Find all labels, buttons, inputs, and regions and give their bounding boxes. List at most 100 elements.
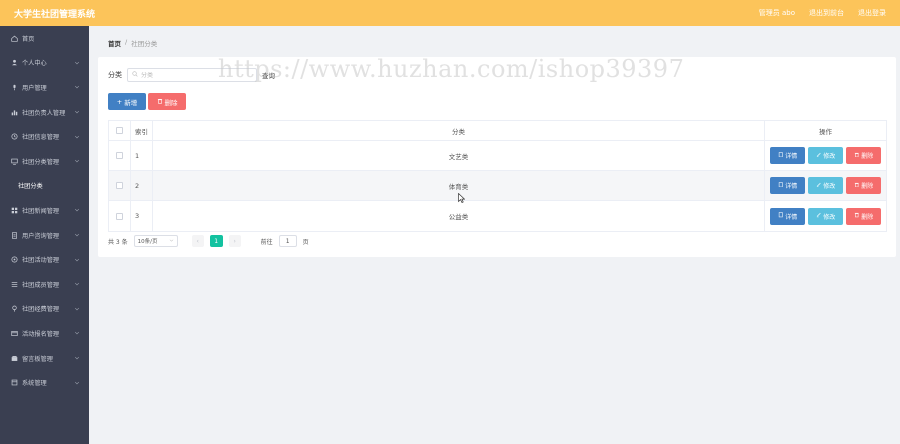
chevron-down-icon <box>74 110 80 114</box>
card-icon <box>10 329 18 337</box>
next-page-button[interactable]: › <box>228 235 241 247</box>
row-check-cell <box>109 141 131 170</box>
delete-button[interactable]: 删除 <box>846 207 881 225</box>
sidebar-item-10[interactable]: 社团成员管理 <box>0 272 89 297</box>
row-checkbox[interactable] <box>116 152 123 159</box>
chevron-down-icon <box>74 233 80 237</box>
sidebar-item-0[interactable]: 首页 <box>0 26 89 51</box>
row-category: 公益类 <box>153 201 765 231</box>
sidebar-item-6[interactable]: 社团分类 <box>0 174 89 199</box>
content-card: 分类 查询 + 新增 删除 索引 分类 操作 1文艺类详情修改删除2体育类详情修… <box>98 57 896 257</box>
pagination: 共 3 条 10条/页 ‹ 1 › 前往 页 <box>108 235 309 247</box>
search-box[interactable] <box>127 68 257 82</box>
app-title: 大学生社团管理系统 <box>14 9 96 20</box>
row-ops: 详情 修改 删除 <box>765 171 886 200</box>
sidebar-item-5[interactable]: 社团分类管理 <box>0 149 89 174</box>
filter-label: 分类 <box>108 71 122 79</box>
row-check-cell <box>109 171 131 200</box>
sidebar-item-12[interactable]: 活动报名管理 <box>0 321 89 346</box>
user-icon <box>10 59 18 67</box>
table-row: 2 体育类 详情 修改 删除 <box>109 171 886 201</box>
row-index: 1 <box>131 141 153 170</box>
chevron-down-icon <box>74 86 80 89</box>
trash-icon <box>157 98 163 106</box>
chevron-down-icon <box>74 209 80 212</box>
sidebar-item-1[interactable]: 个人中心 <box>0 51 89 76</box>
top-header: 大学生社团管理系统 管理员 abo 退出到前台 退出登录 <box>0 0 900 26</box>
page-unit: 页 <box>302 238 309 246</box>
row-ops: 详情 修改 删除 <box>765 141 886 170</box>
sidebar-item-7[interactable]: 社团新闻管理 <box>0 198 89 223</box>
breadcrumb-home[interactable]: 首页 <box>108 38 121 48</box>
row-category: 文艺类 <box>153 141 765 170</box>
detail-icon <box>778 182 784 190</box>
prev-page-button[interactable]: ‹ <box>191 235 204 247</box>
chevron-down-icon <box>74 61 80 65</box>
header-category: 分类 <box>153 121 765 140</box>
chevron-down-icon <box>74 160 80 163</box>
front-link[interactable]: 退出到前台 <box>809 8 844 18</box>
detail-icon <box>778 152 784 160</box>
row-checkbox[interactable] <box>116 182 123 189</box>
delete-label: 删除 <box>861 183 874 190</box>
goto-page-input[interactable] <box>278 235 297 247</box>
chevron-down-icon <box>74 258 80 261</box>
row-index: 2 <box>131 171 153 200</box>
delete-button[interactable]: 删除 <box>846 147 881 164</box>
sidebar-item-2[interactable]: 用户管理 <box>0 75 89 100</box>
sidebar-item-label: 社团经费管理 <box>22 306 60 314</box>
sidebar-item-8[interactable]: 用户咨询管理 <box>0 223 89 248</box>
admin-label: 管理员 abo <box>758 9 795 17</box>
batch-delete-button[interactable]: 删除 <box>148 93 186 110</box>
chevron-down-icon <box>74 283 80 286</box>
row-check-cell <box>109 201 131 231</box>
page-size-select[interactable]: 10条/页 <box>133 235 178 247</box>
clock-icon <box>10 133 18 141</box>
detail-button[interactable]: 详情 <box>770 207 805 225</box>
mouse-cursor-icon <box>458 193 465 203</box>
edit-button[interactable]: 修改 <box>808 147 843 164</box>
delete-button[interactable]: 删除 <box>846 177 881 194</box>
sidebar-item-label: 社团分类管理 <box>22 158 60 166</box>
logout-link[interactable]: 退出登录 <box>858 8 886 18</box>
chevron-down-icon <box>74 135 80 138</box>
sidebar-item-13[interactable]: 留言板管理 <box>0 346 89 371</box>
frame-icon <box>10 379 18 387</box>
category-search-input[interactable] <box>141 71 251 79</box>
circle-icon <box>10 256 18 264</box>
chevron-down-icon <box>74 332 80 335</box>
action-buttons: + 新增 删除 <box>108 93 186 110</box>
trash-icon <box>854 152 860 160</box>
sidebar-item-14[interactable]: 系统管理 <box>0 370 89 395</box>
sidebar-item-4[interactable]: 社团信息管理 <box>0 124 89 149</box>
search-button[interactable]: 查询 <box>262 70 275 80</box>
breadcrumb-separator: / <box>125 38 128 46</box>
row-checkbox[interactable] <box>116 212 123 220</box>
detail-button[interactable]: 详情 <box>770 177 805 194</box>
edit-button[interactable]: 修改 <box>808 207 843 225</box>
edit-label: 修改 <box>823 213 836 221</box>
detail-button[interactable]: 详情 <box>770 147 805 164</box>
header-check-cell <box>109 121 131 140</box>
select-all-checkbox[interactable] <box>116 127 123 134</box>
sidebar-item-label: 社团成员管理 <box>22 281 60 289</box>
header-index: 索引 <box>131 121 153 140</box>
sidebar-item-label: 首页 <box>22 35 35 43</box>
edit-button[interactable]: 修改 <box>808 177 843 194</box>
detail-label: 详情 <box>785 183 798 190</box>
page-number-1[interactable]: 1 <box>209 235 223 247</box>
plus-icon: + <box>116 97 123 106</box>
sidebar-item-3[interactable]: 社团负责人管理 <box>0 100 89 125</box>
edit-label: 修改 <box>823 153 836 160</box>
monitor-icon <box>10 157 18 165</box>
sidebar-item-11[interactable]: 社团经费管理 <box>0 297 89 322</box>
edit-icon <box>816 182 822 190</box>
sidebar-item-9[interactable]: 社团活动管理 <box>0 247 89 272</box>
category-table: 索引 分类 操作 1 文艺类 详情 修改 删除 2 体育类 详情 修改 删除 3 公益类 详情 修改 删除 <box>108 120 887 232</box>
goto-label: 前往 <box>260 238 273 246</box>
add-button[interactable]: + 新增 <box>108 93 146 110</box>
list-icon <box>10 280 18 288</box>
chevron-down-icon <box>74 381 80 384</box>
chevron-down-icon <box>169 238 174 245</box>
sidebar-item-label: 社团负责人管理 <box>22 109 66 117</box>
